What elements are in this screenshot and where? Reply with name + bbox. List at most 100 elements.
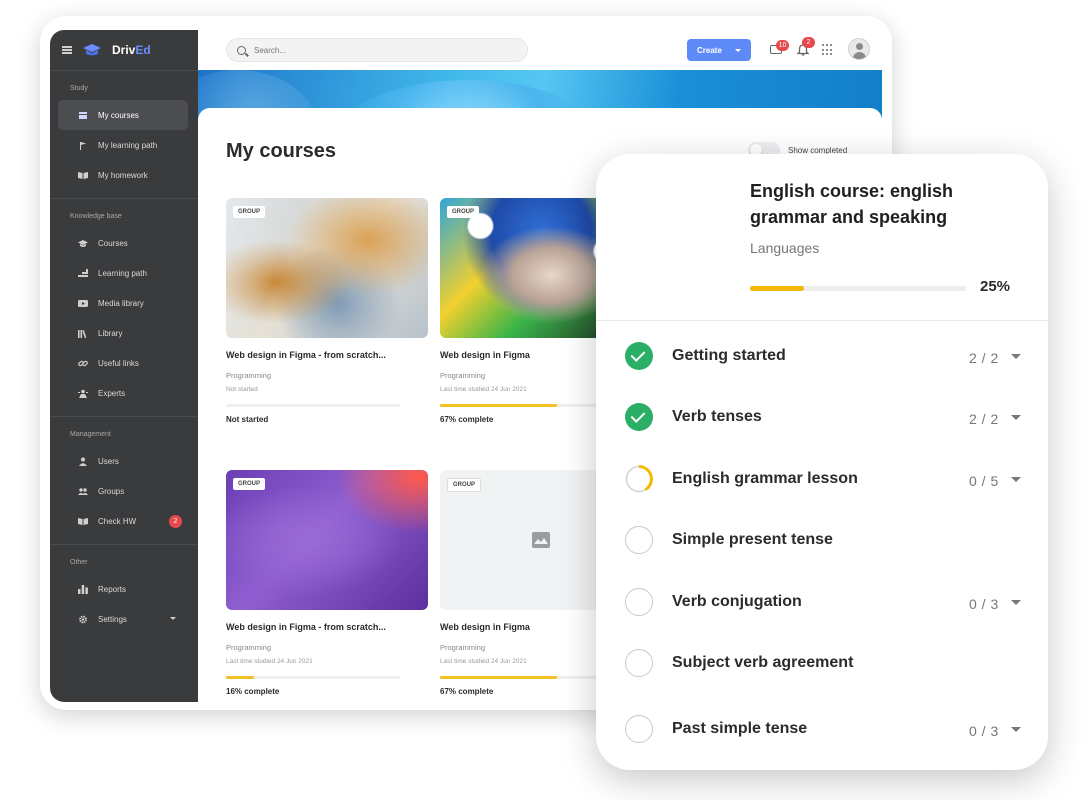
group-tag: GROUP <box>233 478 266 490</box>
course-card[interactable]: GROUP Web design in Figma - from scratch… <box>226 198 428 424</box>
chevron-down-icon[interactable] <box>1011 415 1021 420</box>
course-category: Programming <box>226 643 272 652</box>
courses-icon <box>79 111 87 119</box>
course-progress <box>440 404 614 407</box>
books-icon <box>78 329 87 338</box>
create-button-label: Create <box>697 45 722 55</box>
flag-icon <box>80 141 86 150</box>
course-progress <box>750 286 966 291</box>
avatar[interactable] <box>848 38 870 60</box>
group-icon <box>78 487 88 495</box>
page-title: My courses <box>226 140 337 162</box>
lesson-name: Simple present tense <box>672 531 833 548</box>
sidebar-item-useful-links[interactable]: Useful links <box>58 348 188 378</box>
search-box[interactable] <box>226 38 528 62</box>
group-tag: GROUP <box>447 206 480 218</box>
course-category: Programming <box>226 371 272 380</box>
empty-circle-icon <box>625 526 653 554</box>
mail-icon[interactable]: 10 <box>770 40 789 54</box>
lesson-row[interactable]: Past simple tense 0 / 3 <box>596 709 1048 749</box>
chevron-down-icon[interactable] <box>170 617 176 620</box>
user-icon <box>79 457 87 466</box>
sidebar-item-label: My homework <box>98 170 148 180</box>
search-icon <box>237 45 246 55</box>
lesson-name: Past simple tense <box>672 720 808 737</box>
stage: DrivEd Study My courses My learning path… <box>0 0 1088 800</box>
sidebar-item-label: Useful links <box>98 358 139 368</box>
sidebar-item-groups[interactable]: Groups <box>58 476 188 506</box>
chevron-down-icon[interactable] <box>1011 727 1021 732</box>
course-card[interactable]: GROUP Web design in Figma - from scratch… <box>226 470 428 696</box>
chevron-down-icon[interactable] <box>1011 600 1021 605</box>
expert-icon <box>78 389 88 398</box>
sidebar-item-users[interactable]: Users <box>58 446 188 476</box>
lesson-count: 2 / 2 <box>969 411 999 427</box>
chevron-down-icon[interactable] <box>1011 354 1021 359</box>
graduation-cap-icon <box>78 239 88 247</box>
play-icon <box>78 299 88 307</box>
lesson-row[interactable]: Verb tenses 2 / 2 <box>596 397 1048 437</box>
lesson-name: Subject verb agreement <box>672 654 854 671</box>
sidebar-item-label: Users <box>98 456 119 466</box>
course-progress-fill <box>440 676 557 679</box>
book-icon <box>78 171 88 179</box>
sidebar-item-label: Media library <box>98 298 144 308</box>
sidebar-item-my-courses[interactable]: My courses <box>58 100 188 130</box>
logo-brand-b: Ed <box>135 43 151 57</box>
lesson-name: English grammar lesson <box>672 470 858 487</box>
apps-grid-icon[interactable] <box>822 44 834 56</box>
sidebar-item-media-library[interactable]: Media library <box>58 288 188 318</box>
logo-brand-a: Driv <box>112 43 136 57</box>
sidebar-item-experts[interactable]: Experts <box>58 378 188 408</box>
sidebar-item-library[interactable]: Library <box>58 318 188 348</box>
empty-circle-icon <box>625 715 653 743</box>
empty-circle-icon <box>625 588 653 616</box>
lesson-row[interactable]: Simple present tense <box>596 520 1048 560</box>
lesson-count: 0 / 3 <box>969 723 999 739</box>
course-thumbnail[interactable]: GROUP <box>226 470 428 610</box>
sidebar: DrivEd Study My courses My learning path… <box>50 30 198 702</box>
lesson-row[interactable]: Getting started 2 / 2 <box>596 336 1048 376</box>
course-meta: Not started <box>226 386 258 393</box>
bell-icon[interactable]: 2 <box>796 37 815 56</box>
mail-badge: 10 <box>776 40 789 51</box>
lesson-name: Verb conjugation <box>672 593 802 610</box>
course-progress-fill <box>440 404 557 407</box>
course-title[interactable]: Web design in Figma - from scratch... <box>226 622 428 632</box>
sidebar-item-my-learning-path[interactable]: My learning path <box>58 130 188 160</box>
sidebar-item-reports[interactable]: Reports <box>58 574 188 604</box>
lesson-row[interactable]: Verb conjugation 0 / 3 <box>596 582 1048 622</box>
sidebar-item-settings[interactable]: Settings <box>58 604 188 634</box>
course-progress-fill <box>226 676 254 679</box>
lesson-row[interactable]: Subject verb agreement <box>596 643 1048 683</box>
course-title: English course: english grammar and spea… <box>750 181 954 227</box>
sidebar-heading: Management <box>70 431 111 438</box>
sidebar-item-label: Groups <box>98 486 125 496</box>
sidebar-item-courses[interactable]: Courses <box>58 228 188 258</box>
lesson-row[interactable]: English grammar lesson 0 / 5 <box>596 459 1048 499</box>
chevron-down-icon[interactable] <box>1011 477 1021 482</box>
gear-icon <box>79 615 87 623</box>
sidebar-section-management: Management Users Groups Check HW 2 <box>50 416 198 544</box>
course-category: Languages <box>750 240 820 256</box>
chevron-down-icon <box>735 49 741 52</box>
sidebar-item-check-hw[interactable]: Check HW 2 <box>58 506 188 536</box>
course-title[interactable]: Web design in Figma - from scratch... <box>226 350 428 360</box>
lesson-count: 0 / 5 <box>969 473 999 489</box>
sidebar-section-study: Study My courses My learning path My hom… <box>50 70 198 198</box>
sidebar-item-my-homework[interactable]: My homework <box>58 160 188 190</box>
course-thumbnail[interactable]: GROUP <box>226 198 428 338</box>
lesson-name: Verb tenses <box>672 408 762 425</box>
search-input[interactable] <box>254 45 494 55</box>
sidebar-item-label: My learning path <box>98 140 158 150</box>
course-status: Not started <box>226 415 269 424</box>
check-hw-badge: 2 <box>169 515 182 528</box>
create-button[interactable]: Create <box>687 39 751 61</box>
image-placeholder-icon <box>532 532 550 548</box>
lesson-count: 2 / 2 <box>969 350 999 366</box>
sidebar-item-learning-path[interactable]: Learning path <box>58 258 188 288</box>
course-progress <box>226 404 400 407</box>
menu-icon[interactable] <box>62 46 72 54</box>
sidebar-heading: Knowledge base <box>70 213 122 220</box>
sidebar-item-label: Experts <box>98 388 126 398</box>
